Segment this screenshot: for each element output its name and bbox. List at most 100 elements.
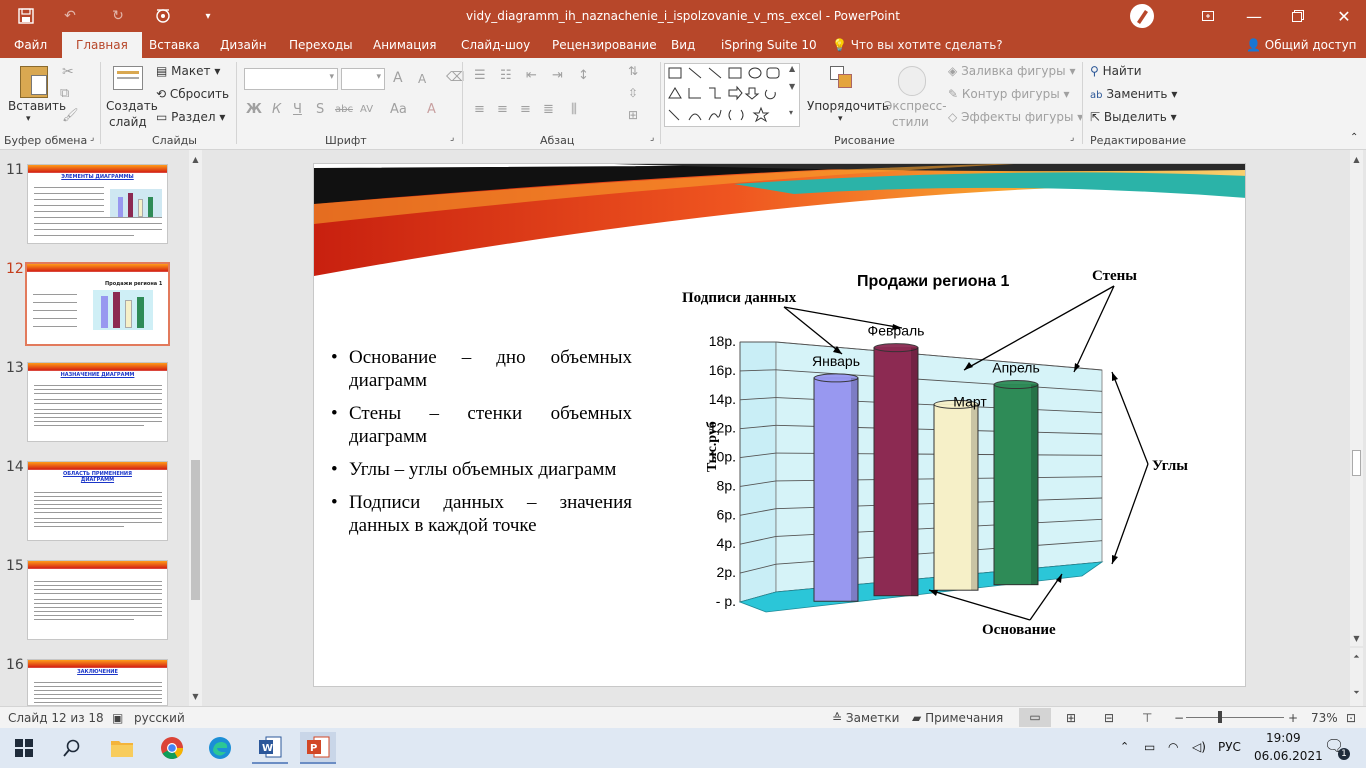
edge-icon[interactable] [202, 732, 238, 764]
scroll-down-icon[interactable]: ▼ [789, 82, 795, 91]
dialog-launcher-icon[interactable]: ⌟ [1070, 133, 1074, 143]
tell-me-search[interactable]: 💡 Что вы хотите сделать? [832, 32, 1003, 58]
minimize-icon[interactable]: — [1236, 0, 1272, 32]
align-left-icon[interactable]: ≡ [474, 102, 485, 117]
increase-indent-icon[interactable]: ⇥ [552, 68, 563, 83]
next-slide-icon[interactable]: ⏷ [1350, 686, 1363, 699]
sales-chart-3d[interactable]: - р.2р.4р.6р.8р.10р.12р.14р.16р.18р. Янв… [674, 262, 1234, 662]
shape-fill-button[interactable]: ◈ Заливка фигуры ▾ [948, 64, 1075, 78]
underline-button[interactable]: Ч [293, 102, 302, 117]
format-painter-icon[interactable]: 🖌 [62, 108, 79, 123]
input-language[interactable]: РУС [1218, 740, 1241, 754]
tab-slideshow[interactable]: Слайд-шоу [461, 32, 530, 58]
bullets-icon[interactable]: ☰ [474, 68, 486, 83]
tab-file[interactable]: Файл [14, 32, 47, 58]
bullet-list[interactable]: Основание – дно объемных диаграмм Стены … [330, 346, 632, 547]
scroll-down-icon[interactable]: ▼ [1350, 632, 1363, 645]
share-button[interactable]: 👤 Общий доступ [1246, 32, 1357, 58]
powerpoint-icon[interactable]: P [300, 732, 336, 764]
battery-icon[interactable]: ▭ [1144, 740, 1155, 754]
zoom-slider-thumb[interactable] [1218, 711, 1222, 723]
slide-thumbnail-11[interactable]: ЭЛЕМЕНТЫ ДИАГРАММЫ [27, 164, 168, 244]
zoom-level[interactable]: 73% [1311, 711, 1338, 725]
align-center-icon[interactable]: ≡ [497, 102, 508, 117]
fit-to-window-icon[interactable]: ⊡ [1346, 711, 1356, 725]
layout-button[interactable]: ▤ Макет ▾ [156, 64, 220, 78]
scroll-up-icon[interactable]: ▲ [189, 153, 202, 166]
restore-icon[interactable] [1280, 0, 1316, 32]
dialog-launcher-icon[interactable]: ⌟ [650, 133, 654, 143]
numbering-icon[interactable]: ☷ [500, 68, 512, 83]
zoom-out-button[interactable]: − [1174, 711, 1184, 725]
spellcheck-icon[interactable]: ▣ [112, 711, 123, 725]
section-button[interactable]: ▭ Раздел ▾ [156, 110, 225, 124]
decrease-indent-icon[interactable]: ⇤ [526, 68, 537, 83]
tab-ispring[interactable]: iSpring Suite 10 [721, 32, 817, 58]
font-size-combo[interactable]: ▾ [341, 68, 385, 90]
zoom-in-button[interactable]: + [1288, 711, 1298, 725]
dialog-launcher-icon[interactable]: ⌟ [450, 133, 454, 143]
shadow-button[interactable]: S [316, 102, 324, 117]
ribbon-display-icon[interactable] [1190, 0, 1226, 32]
scroll-down-icon[interactable]: ▼ [189, 690, 202, 703]
tab-review[interactable]: Рецензирование [552, 32, 657, 58]
slide[interactable]: Основание – дно объемных диаграмм Стены … [313, 163, 1246, 687]
align-text-icon[interactable]: ⇳ [628, 86, 638, 100]
tab-transitions[interactable]: Переходы [289, 32, 353, 58]
reset-button[interactable]: ⟲ Сбросить [156, 87, 229, 101]
tab-view[interactable]: Вид [671, 32, 695, 58]
volume-icon[interactable]: ◁) [1192, 740, 1206, 754]
align-right-icon[interactable]: ≡ [520, 102, 531, 117]
justify-icon[interactable]: ≣ [543, 102, 554, 117]
close-icon[interactable]: ✕ [1326, 0, 1362, 32]
shape-effects-button[interactable]: ◇ Эффекты фигуры ▾ [948, 110, 1083, 124]
slide-thumbnail-13[interactable]: НАЗНАЧЕНИЕ ДИАГРАММ [27, 362, 168, 442]
clock-time[interactable]: 19:09 [1266, 731, 1301, 745]
copy-icon[interactable]: ⧉ [60, 86, 69, 101]
scrollbar-thumb[interactable] [191, 460, 200, 600]
account-icon[interactable] [1122, 0, 1162, 32]
slideshow-view-icon[interactable]: ⊤ [1142, 711, 1152, 725]
grow-font-icon[interactable]: A [393, 70, 403, 86]
slide-thumbnail-15[interactable] [27, 560, 168, 640]
tab-animations[interactable]: Анимация [373, 32, 436, 58]
slide-thumbnail-14[interactable]: ОБЛАСТЬ ПРИМЕНЕНИЯ ДИАГРАММ [27, 461, 168, 541]
font-family-combo[interactable]: ▾ [244, 68, 338, 90]
tab-design[interactable]: Дизайн [220, 32, 267, 58]
change-case-button[interactable]: Aa [390, 102, 407, 117]
language-indicator[interactable]: русский [134, 711, 185, 725]
clock-date[interactable]: 06.06.2021 [1254, 749, 1323, 763]
bold-button[interactable]: Ж [246, 102, 262, 117]
comments-button[interactable]: ▰ Примечания [912, 711, 1003, 725]
columns-icon[interactable]: ⫼ [571, 102, 577, 117]
show-hidden-icons-icon[interactable]: ⌃ [1120, 740, 1129, 753]
scrollbar-thumb[interactable] [1352, 450, 1361, 476]
text-direction-icon[interactable]: ⇅ [628, 64, 638, 78]
reading-view-icon[interactable]: ⊟ [1104, 711, 1114, 725]
shapes-gallery[interactable] [664, 63, 800, 127]
char-spacing-button[interactable]: AV [360, 104, 373, 115]
slide-thumbnail-16[interactable]: ЗАКЛЮЧЕНИЕ [27, 659, 168, 706]
collapse-ribbon-icon[interactable]: ⌃ [1350, 132, 1358, 143]
slide-sorter-icon[interactable]: ⊞ [1066, 711, 1076, 725]
select-button[interactable]: ⇱ Выделить ▾ [1090, 110, 1177, 124]
windows-start-icon[interactable] [6, 732, 42, 764]
smartart-icon[interactable]: ⊞ [628, 108, 638, 122]
tab-insert[interactable]: Вставка [149, 32, 200, 58]
wifi-icon[interactable]: ◠ [1168, 740, 1178, 754]
editor-scrollbar[interactable]: ▲ ▼ [1350, 150, 1363, 646]
notes-button[interactable]: ≙ Заметки [832, 711, 899, 725]
normal-view-icon[interactable]: ▭ [1019, 708, 1051, 727]
file-explorer-icon[interactable] [104, 732, 140, 764]
dialog-launcher-icon[interactable]: ⌟ [90, 133, 94, 143]
shrink-font-icon[interactable]: A [418, 72, 426, 86]
find-button[interactable]: ⚲ Найти [1090, 64, 1142, 78]
cut-icon[interactable]: ✂ [62, 64, 74, 80]
strikethrough-button[interactable]: abc [335, 104, 353, 115]
more-shapes-icon[interactable]: ▾ [789, 108, 793, 117]
zoom-slider[interactable] [1186, 717, 1284, 718]
slide-thumbnail-12[interactable]: Продажи региона 1 [25, 262, 170, 346]
font-color-icon[interactable]: A [427, 102, 436, 117]
italic-button[interactable]: К [272, 102, 281, 117]
scroll-up-icon[interactable]: ▲ [789, 64, 795, 73]
